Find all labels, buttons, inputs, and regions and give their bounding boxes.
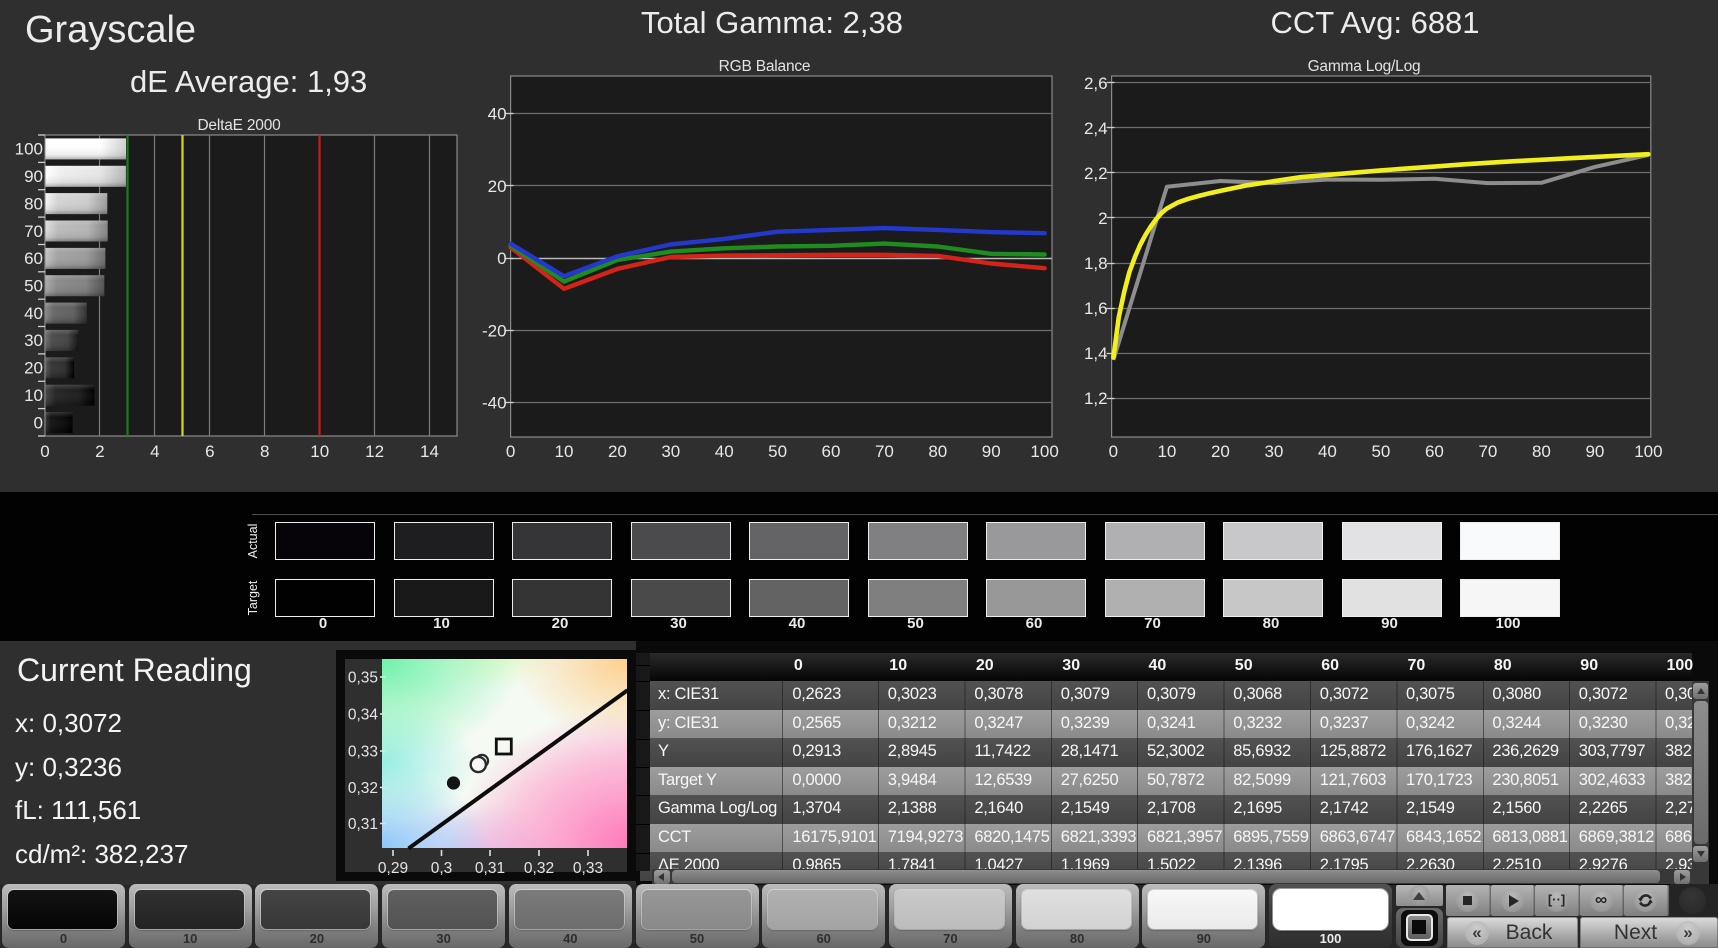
svg-text:10: 10	[310, 442, 329, 461]
svg-text:0: 0	[34, 413, 43, 432]
svg-text:2: 2	[1098, 209, 1107, 228]
svg-text:0,3: 0,3	[431, 860, 453, 877]
svg-text:0: 0	[1109, 442, 1118, 461]
svg-text:1,4: 1,4	[1084, 344, 1108, 363]
svg-text:40: 40	[715, 442, 734, 461]
svg-text:2,4: 2,4	[1084, 119, 1108, 138]
svg-text:0: 0	[497, 249, 506, 268]
svg-text:60: 60	[1425, 442, 1444, 461]
svg-text:20: 20	[608, 442, 627, 461]
svg-text:10: 10	[24, 386, 43, 405]
svg-text:100: 100	[15, 140, 43, 159]
svg-text:100: 100	[1634, 442, 1662, 461]
svg-text:12: 12	[365, 442, 384, 461]
svg-text:0,31: 0,31	[475, 860, 505, 877]
svg-text:0: 0	[506, 442, 515, 461]
svg-text:0,33: 0,33	[573, 860, 603, 877]
svg-text:DeltaE 2000: DeltaE 2000	[197, 117, 281, 134]
svg-text:0,32: 0,32	[524, 860, 554, 877]
svg-text:0,34: 0,34	[348, 707, 379, 724]
svg-text:50: 50	[768, 442, 787, 461]
svg-text:Gamma Log/Log: Gamma Log/Log	[1308, 58, 1421, 75]
svg-text:0,31: 0,31	[348, 816, 378, 833]
svg-text:40: 40	[24, 304, 43, 323]
svg-text:0: 0	[40, 442, 49, 461]
svg-text:80: 80	[1532, 442, 1551, 461]
svg-text:60: 60	[24, 249, 43, 268]
svg-text:1,8: 1,8	[1084, 254, 1108, 273]
svg-text:50: 50	[24, 277, 43, 296]
svg-text:10: 10	[555, 442, 574, 461]
svg-text:0,32: 0,32	[348, 780, 378, 797]
svg-text:80: 80	[24, 194, 43, 213]
svg-text:6: 6	[205, 442, 214, 461]
svg-text:30: 30	[661, 442, 680, 461]
svg-text:-40: -40	[482, 394, 507, 413]
svg-text:70: 70	[24, 222, 43, 241]
svg-text:1,6: 1,6	[1084, 299, 1108, 318]
svg-text:90: 90	[1585, 442, 1604, 461]
svg-text:60: 60	[822, 442, 841, 461]
svg-text:20: 20	[24, 359, 43, 378]
svg-text:0,33: 0,33	[348, 744, 378, 761]
svg-text:14: 14	[420, 442, 439, 461]
svg-text:1,2: 1,2	[1084, 389, 1108, 408]
svg-text:20: 20	[1211, 442, 1230, 461]
svg-text:2,2: 2,2	[1084, 164, 1108, 183]
svg-text:100: 100	[1030, 442, 1058, 461]
svg-text:80: 80	[928, 442, 947, 461]
svg-text:30: 30	[24, 331, 43, 350]
svg-text:RGB Balance: RGB Balance	[719, 58, 811, 75]
svg-text:90: 90	[982, 442, 1001, 461]
svg-text:8: 8	[260, 442, 269, 461]
svg-text:90: 90	[24, 167, 43, 186]
svg-text:40: 40	[1318, 442, 1337, 461]
svg-text:2: 2	[95, 442, 104, 461]
svg-text:20: 20	[488, 177, 507, 196]
svg-text:30: 30	[1264, 442, 1283, 461]
svg-text:4: 4	[150, 442, 159, 461]
svg-text:70: 70	[875, 442, 894, 461]
svg-text:10: 10	[1157, 442, 1176, 461]
svg-text:-20: -20	[482, 321, 507, 340]
svg-text:0,35: 0,35	[348, 670, 378, 687]
svg-text:40: 40	[488, 105, 507, 124]
svg-text:0,29: 0,29	[378, 860, 408, 877]
svg-text:70: 70	[1478, 442, 1497, 461]
svg-text:50: 50	[1371, 442, 1390, 461]
svg-text:2,6: 2,6	[1084, 74, 1108, 93]
